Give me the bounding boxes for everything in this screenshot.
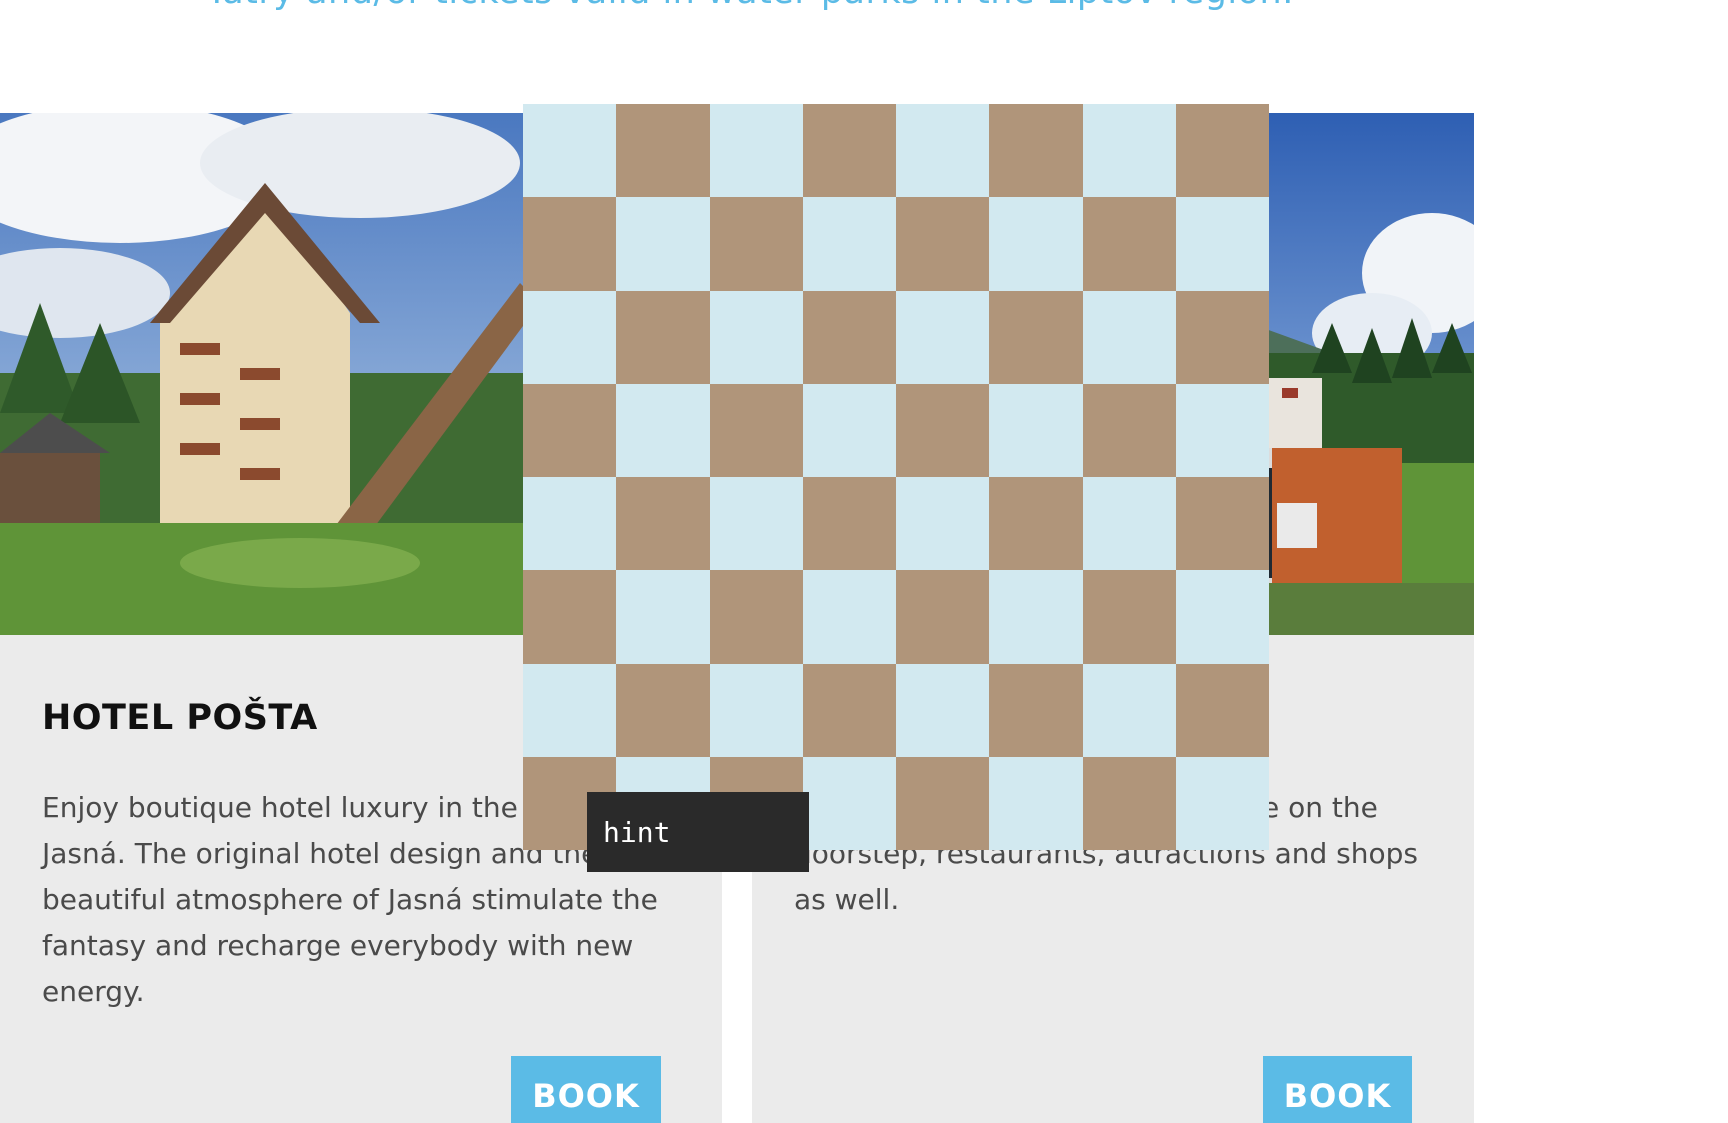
board-square[interactable] xyxy=(709,290,803,384)
board-square[interactable] xyxy=(802,290,896,384)
board-square[interactable] xyxy=(1175,383,1269,477)
board-square[interactable] xyxy=(523,570,617,664)
board-square[interactable] xyxy=(989,756,1083,850)
board-square[interactable] xyxy=(1082,663,1176,757)
board-square[interactable] xyxy=(896,197,990,291)
board-square[interactable] xyxy=(1082,104,1176,198)
board-square[interactable] xyxy=(802,383,896,477)
board-square[interactable] xyxy=(709,383,803,477)
board-square[interactable] xyxy=(896,383,990,477)
board-square[interactable] xyxy=(1175,570,1269,664)
board-square[interactable] xyxy=(1082,290,1176,384)
board-square[interactable] xyxy=(523,383,617,477)
board-square[interactable] xyxy=(1082,383,1176,477)
board-square[interactable] xyxy=(709,570,803,664)
board-square[interactable] xyxy=(1082,756,1176,850)
board-square[interactable] xyxy=(616,477,710,571)
board-square[interactable] xyxy=(1082,570,1176,664)
board-square[interactable] xyxy=(523,477,617,571)
board-square[interactable] xyxy=(523,104,617,198)
book-button[interactable]: BOOK xyxy=(1263,1056,1412,1123)
board-square[interactable] xyxy=(802,663,896,757)
board-square[interactable] xyxy=(1175,663,1269,757)
board-square[interactable] xyxy=(989,663,1083,757)
board-square[interactable] xyxy=(616,104,710,198)
board-square[interactable] xyxy=(616,290,710,384)
board-square[interactable] xyxy=(989,477,1083,571)
board-square[interactable] xyxy=(709,104,803,198)
board-square[interactable] xyxy=(616,570,710,664)
board-square[interactable] xyxy=(802,197,896,291)
board-square[interactable] xyxy=(802,104,896,198)
board-square[interactable] xyxy=(802,477,896,571)
board-square[interactable] xyxy=(802,570,896,664)
board-square[interactable] xyxy=(896,570,990,664)
board-square[interactable] xyxy=(1175,104,1269,198)
board-square[interactable] xyxy=(1175,197,1269,291)
board-square[interactable] xyxy=(523,663,617,757)
board-square[interactable] xyxy=(802,756,896,850)
hint-button[interactable]: hint xyxy=(587,792,809,872)
board-square[interactable] xyxy=(896,477,990,571)
board-square[interactable] xyxy=(1175,290,1269,384)
board-square[interactable] xyxy=(896,290,990,384)
board-square[interactable] xyxy=(616,197,710,291)
hotel-title: HOTEL POŠTA xyxy=(42,698,318,738)
board-square[interactable] xyxy=(1175,477,1269,571)
board-square[interactable] xyxy=(989,290,1083,384)
board-square[interactable] xyxy=(896,756,990,850)
board-square[interactable] xyxy=(896,104,990,198)
board-square[interactable] xyxy=(1082,197,1176,291)
board-square[interactable] xyxy=(523,290,617,384)
book-button[interactable]: BOOK xyxy=(511,1056,661,1123)
intro-text: Tatry and/or tickets valid in water park… xyxy=(0,0,1500,12)
board-square[interactable] xyxy=(989,570,1083,664)
board-square[interactable] xyxy=(896,663,990,757)
board-square[interactable] xyxy=(709,477,803,571)
board-square[interactable] xyxy=(709,663,803,757)
board-square[interactable] xyxy=(523,197,617,291)
board-square[interactable] xyxy=(1175,756,1269,850)
board-square[interactable] xyxy=(989,197,1083,291)
board-square[interactable] xyxy=(989,104,1083,198)
board-square[interactable] xyxy=(709,197,803,291)
chess-board[interactable] xyxy=(523,104,1269,850)
board-square[interactable] xyxy=(616,663,710,757)
board-square[interactable] xyxy=(1082,477,1176,571)
board-square[interactable] xyxy=(616,383,710,477)
board-square[interactable] xyxy=(989,383,1083,477)
